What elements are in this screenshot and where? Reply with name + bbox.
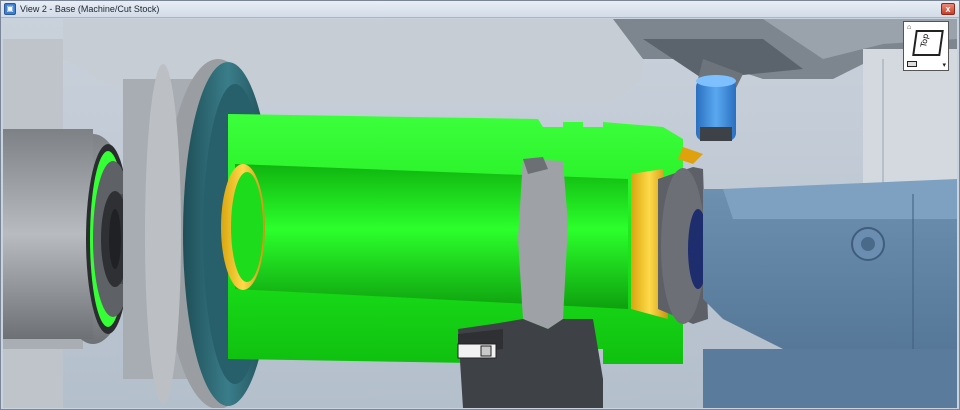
view-window: ▣ View 2 - Base (Machine/Cut Stock) x ⌂ … <box>0 0 960 410</box>
window-title: View 2 - Base (Machine/Cut Stock) <box>20 4 160 14</box>
close-button[interactable]: x <box>941 3 955 15</box>
view-cube-dropdown-icon[interactable]: ▾ <box>942 61 946 69</box>
view-cube-mini-icon[interactable] <box>907 61 917 67</box>
home-view-icon[interactable]: ⌂ <box>907 24 911 31</box>
app-view-icon: ▣ <box>4 3 16 15</box>
title-bar[interactable]: ▣ View 2 - Base (Machine/Cut Stock) x <box>1 1 959 18</box>
view-cube[interactable]: ⌂ Top ▾ <box>903 21 949 71</box>
3d-viewport[interactable]: ⌂ Top ▾ <box>3 19 957 408</box>
machine-scene <box>3 19 957 408</box>
